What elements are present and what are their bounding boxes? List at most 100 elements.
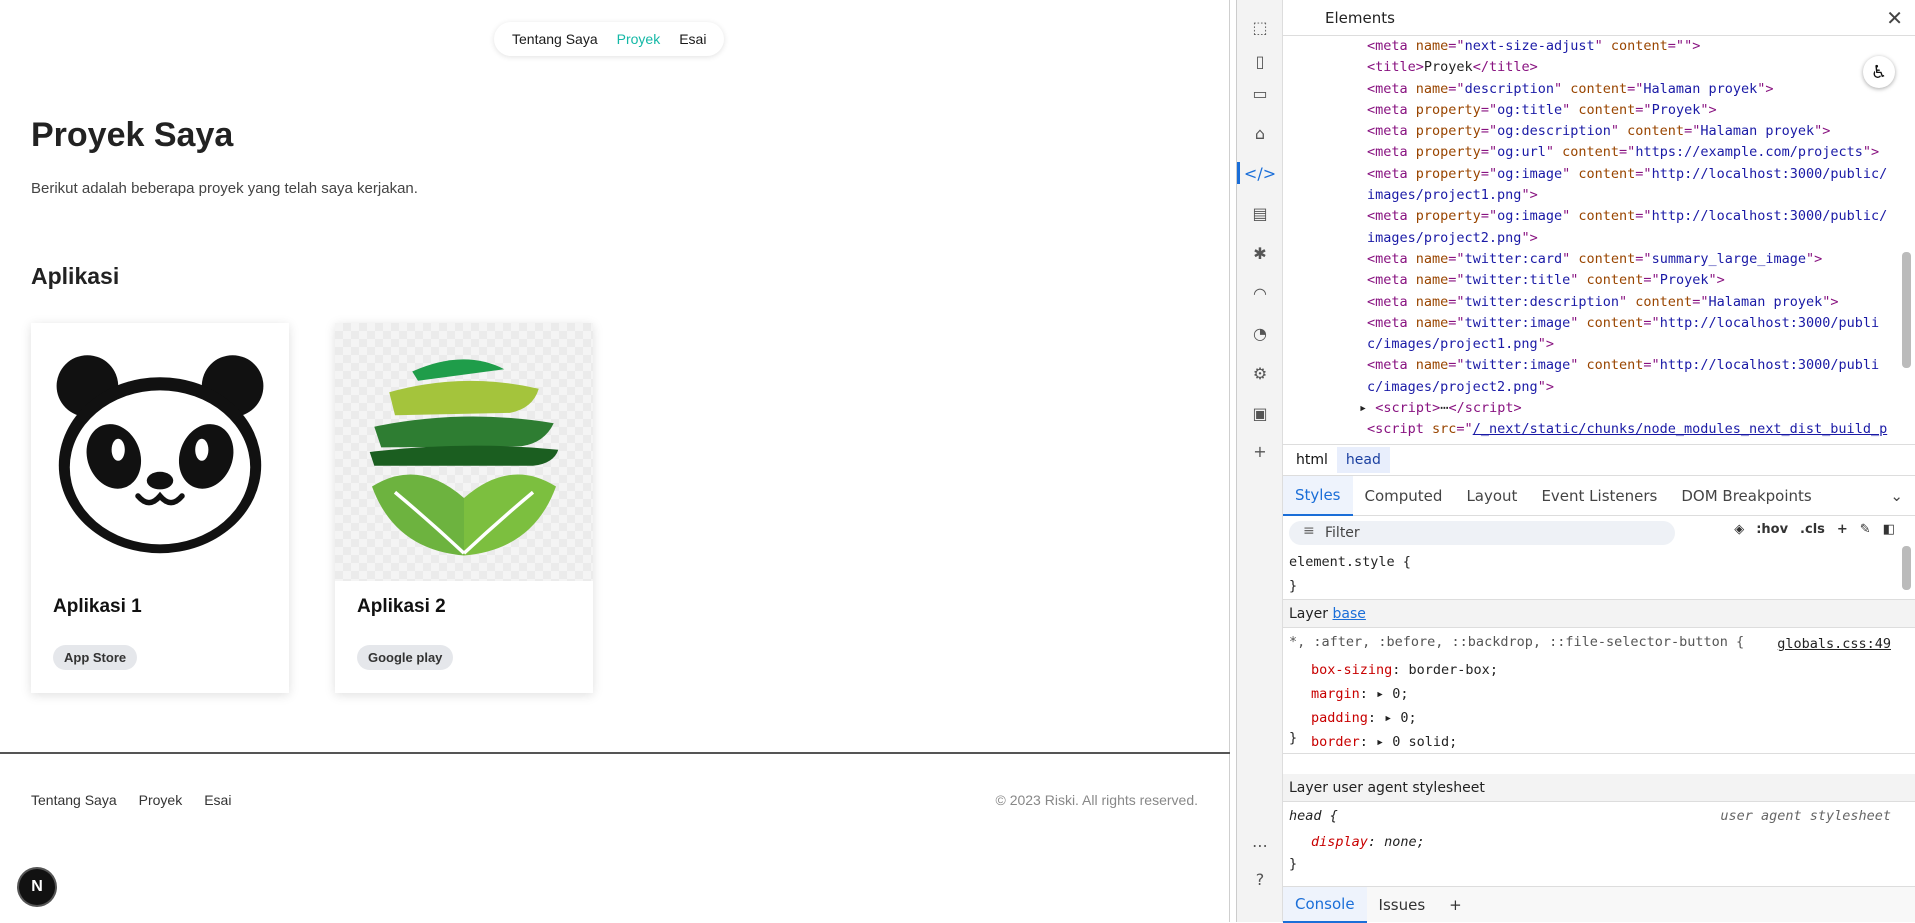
rule-selector: head { <box>1289 808 1338 824</box>
breadcrumb-head[interactable]: head <box>1336 447 1390 473</box>
webpage: Tentang Saya Proyek Esai Proyek Saya Ber… <box>0 0 1230 922</box>
universal-rule: *, :after, :before, ::backdrop, ::file-s… <box>1283 628 1915 754</box>
elements-code-icon[interactable]: </> <box>1237 160 1276 186</box>
dom-node-line[interactable]: <meta name="description" content="Halama… <box>1367 79 1889 100</box>
project-card-title: Aplikasi 2 <box>357 596 446 617</box>
styles-scrollbar[interactable] <box>1902 546 1911 590</box>
head-rule: head { user agent stylesheet display: no… <box>1283 802 1915 872</box>
help-icon[interactable]: ? <box>1247 866 1273 892</box>
dom-node-line[interactable]: <meta property="og:title" content="Proye… <box>1367 100 1889 121</box>
add-drawer-tab-button[interactable]: + <box>1437 887 1474 923</box>
css-property[interactable]: margin: ▸ 0; <box>1311 682 1498 706</box>
nextjs-badge-icon[interactable]: N <box>19 869 55 905</box>
breadcrumb-html[interactable]: html <box>1287 447 1337 473</box>
dom-node-line[interactable]: ▸ <script>⋯</script> <box>1359 398 1889 419</box>
project-card-title: Aplikasi 1 <box>53 596 142 617</box>
platform-tag: App Store <box>53 645 138 670</box>
element-style-selector: element.style { <box>1289 554 1411 570</box>
dom-node-line[interactable]: <meta name="twitter:image" content="http… <box>1367 355 1889 398</box>
styles-filter-input[interactable]: Filter <box>1289 521 1675 545</box>
copyright-text: © 2023 Riski. All rights reserved. <box>995 792 1198 808</box>
performance-gauge-icon[interactable]: ◔ <box>1247 320 1273 346</box>
nav-link-about[interactable]: Tentang Saya <box>512 31 598 47</box>
drawer-tabs: Console Issues + <box>1283 886 1915 923</box>
accessibility-icon[interactable]: ♿ <box>1863 56 1895 88</box>
page-title: Proyek Saya <box>31 116 234 154</box>
hover-state-toggle[interactable]: :hov <box>1756 522 1788 537</box>
dom-node-line[interactable]: <meta property="og:url" content="https:/… <box>1367 142 1889 163</box>
toggle-sidebar-icon[interactable]: ◧ <box>1883 522 1895 537</box>
rule-selector: *, :after, :before, ::backdrop, ::file-s… <box>1289 634 1745 650</box>
dom-node-line[interactable]: <meta property="og:description" content=… <box>1367 121 1889 142</box>
footer-link-essays[interactable]: Esai <box>204 792 231 808</box>
footer-divider <box>0 752 1230 754</box>
inspect-element-icon[interactable]: ⬚ <box>1247 14 1273 40</box>
project-card[interactable]: Aplikasi 1 App Store <box>31 323 289 693</box>
paint-brush-icon[interactable]: ✎ <box>1860 522 1871 537</box>
layer-base-link[interactable]: base <box>1333 606 1366 622</box>
css-property[interactable]: padding: ▸ 0; <box>1311 706 1498 730</box>
footer-link-projects[interactable]: Proyek <box>139 792 183 808</box>
application-panel-icon[interactable]: ▣ <box>1247 400 1273 426</box>
chevron-down-icon[interactable]: ⌄ <box>1878 476 1915 516</box>
nav-link-projects[interactable]: Proyek <box>617 31 661 47</box>
section-heading: Aplikasi <box>31 263 120 289</box>
panda-logo-icon <box>31 323 289 581</box>
dom-node-line[interactable]: <meta property="og:image" content="http:… <box>1367 206 1889 249</box>
debugger-bug-icon[interactable]: ✱ <box>1247 240 1273 266</box>
styles-pane: element.style { } Layer base *, :after, … <box>1283 552 1915 872</box>
tab-dom-breakpoints[interactable]: DOM Breakpoints <box>1669 476 1823 516</box>
tab-console[interactable]: Console <box>1283 886 1367 923</box>
home-icon[interactable]: ⌂ <box>1247 120 1273 146</box>
dom-tree: <meta name="next-size-adjust" content=""… <box>1283 36 1915 440</box>
new-rule-button[interactable]: + <box>1837 522 1848 537</box>
close-brace: } <box>1289 856 1298 872</box>
dom-node-line[interactable]: <title>Proyek</title> <box>1367 57 1889 78</box>
close-icon[interactable]: ✕ <box>1886 6 1903 30</box>
layer-header: Layer user agent stylesheet <box>1283 774 1915 802</box>
devtools-activity-bar: ⬚ ▯ ▭ ⌂ </> ▤ ✱ ◠ ◔ ⚙ ▣ + ⋯ ? <box>1237 0 1283 922</box>
platform-tag: Google play <box>357 645 454 670</box>
tab-styles[interactable]: Styles <box>1283 475 1353 516</box>
user-agent-label: user agent stylesheet <box>1720 808 1891 824</box>
close-brace: } <box>1289 730 1298 746</box>
footer-link-about[interactable]: Tentang Saya <box>31 792 117 808</box>
device-emulation-icon[interactable]: ▯ <box>1247 48 1273 74</box>
rule-source-link[interactable]: globals.css:49 <box>1777 636 1891 652</box>
add-tool-icon[interactable]: + <box>1247 438 1273 464</box>
project-card[interactable]: Aplikasi 2 Google play <box>335 323 593 693</box>
tab-computed[interactable]: Computed <box>1353 476 1455 516</box>
tab-layout[interactable]: Layout <box>1454 476 1529 516</box>
dom-node-line[interactable]: <meta property="og:image" content="http:… <box>1367 164 1889 207</box>
devtools-header: Elements ✕ <box>1283 0 1915 36</box>
close-brace: } <box>1289 578 1298 594</box>
console-warning-icon[interactable]: ▤ <box>1247 200 1273 226</box>
memory-chip-icon[interactable]: ⚙ <box>1247 360 1273 386</box>
css-property[interactable]: border: ▸ 0 solid; <box>1311 730 1498 754</box>
nav-link-essays[interactable]: Esai <box>679 31 706 47</box>
layers-icon[interactable]: ◈ <box>1734 522 1744 537</box>
more-tools-icon[interactable]: ⋯ <box>1247 832 1273 858</box>
rule-properties: box-sizing: border-box; margin: ▸ 0; paddi… <box>1311 658 1498 754</box>
filter-tools: ◈ :hov .cls + ✎ ◧ <box>1734 522 1895 537</box>
tab-event-listeners[interactable]: Event Listeners <box>1529 476 1669 516</box>
dom-node-line[interactable]: <meta name="twitter:title" content="Proy… <box>1367 270 1889 291</box>
dom-node-line[interactable]: <meta name="twitter:card" content="summa… <box>1367 249 1889 270</box>
css-property[interactable]: box-sizing: border-box; <box>1311 658 1498 682</box>
dom-tree-scrollbar[interactable] <box>1902 252 1911 368</box>
panel-title: Elements <box>1325 8 1395 27</box>
window-icon[interactable]: ▭ <box>1247 80 1273 106</box>
dom-node-line[interactable]: <script src="/_next/static/chunks/node_m… <box>1367 419 1889 440</box>
class-toggle[interactable]: .cls <box>1800 522 1825 537</box>
styles-filter-bar: Filter ◈ :hov .cls + ✎ ◧ <box>1283 516 1915 550</box>
dom-node-line[interactable]: <meta name="twitter:description" content… <box>1367 292 1889 313</box>
top-navigation: Tentang Saya Proyek Esai <box>494 22 725 56</box>
dom-node-line[interactable]: <meta name="next-size-adjust" content=""… <box>1367 36 1889 57</box>
devtools-panel: ⬚ ▯ ▭ ⌂ </> ▤ ✱ ◠ ◔ ⚙ ▣ + ⋯ ? Elements ✕… <box>1236 0 1915 923</box>
layer-label: Layer <box>1289 605 1329 622</box>
tab-issues[interactable]: Issues <box>1367 887 1438 923</box>
breadcrumb: html head <box>1283 444 1915 476</box>
dom-node-line[interactable]: <meta name="twitter:image" content="http… <box>1367 313 1889 356</box>
layer-header: Layer base <box>1283 600 1915 628</box>
network-wifi-icon[interactable]: ◠ <box>1247 280 1273 306</box>
